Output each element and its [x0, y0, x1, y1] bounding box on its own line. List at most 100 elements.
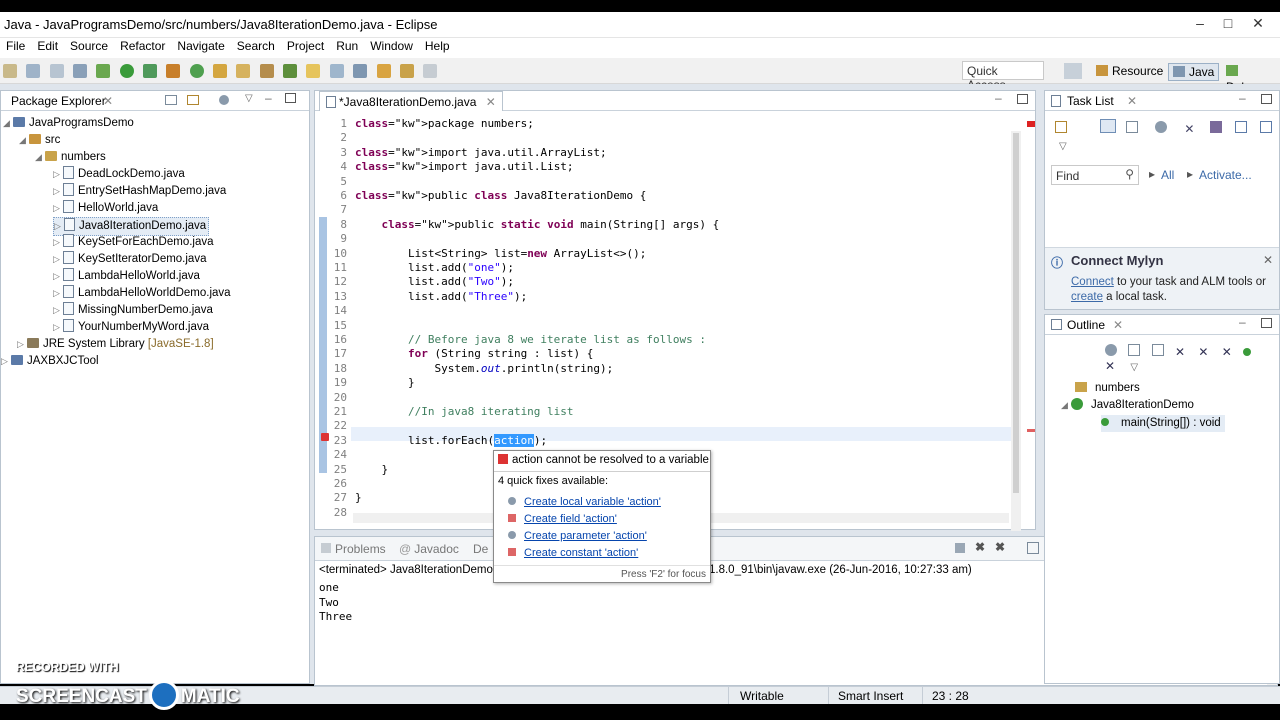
search-icon[interactable]: ⚲ — [1125, 167, 1134, 181]
tree-package[interactable]: ◢ numbers — [35, 149, 106, 166]
fix-label[interactable]: Create field 'action' — [524, 513, 617, 525]
new-class-icon[interactable] — [189, 64, 204, 78]
menu-edit[interactable]: Edit — [31, 38, 64, 54]
quick-fix-item[interactable]: Create parameter 'action' — [508, 530, 647, 542]
view-menu-icon[interactable]: ▽ — [1130, 362, 1138, 373]
perspective-resource[interactable]: Resource — [1092, 63, 1167, 81]
code-line[interactable]: } — [355, 463, 388, 477]
scheduled-icon[interactable] — [1125, 121, 1138, 133]
code-line[interactable]: } — [355, 376, 415, 390]
debug-icon[interactable] — [96, 64, 111, 78]
perspective-java[interactable]: Java — [1168, 63, 1220, 81]
code-line[interactable]: System.out.println(string); — [355, 362, 613, 376]
code-line[interactable]: class="kw">package numbers; — [355, 117, 534, 131]
remove-all-icon[interactable]: ✖ — [995, 540, 1005, 554]
minimize-view-icon[interactable]: – — [265, 91, 272, 105]
outline-tab[interactable]: Outline ✕ – — [1045, 315, 1279, 335]
minimize-view-icon[interactable]: – — [995, 91, 1002, 105]
code-line[interactable]: class="kw">public class Java8IterationDe… — [355, 189, 646, 203]
link-editor-icon[interactable] — [187, 95, 199, 105]
next-annotation-icon[interactable] — [283, 64, 298, 78]
close-icon[interactable]: ✕ — [1263, 253, 1273, 267]
close-window-button[interactable]: ✕ — [1245, 12, 1271, 34]
quick-access-input[interactable]: Quick Access — [962, 61, 1044, 92]
package-explorer-tab[interactable]: Package Explorer ✕ ▽ – — [1, 91, 309, 111]
maximize-view-icon[interactable] — [1261, 318, 1272, 328]
clear-console-icon[interactable] — [1027, 542, 1039, 554]
code-line[interactable]: class="kw">import java.util.List; — [355, 160, 574, 174]
perspective-debug[interactable]: Debug — [1222, 63, 1280, 94]
minimize-view-icon[interactable]: – — [1239, 315, 1246, 329]
menu-navigate[interactable]: Navigate — [171, 38, 230, 54]
tree-file[interactable]: ▷ MissingNumberDemo.java — [53, 302, 213, 319]
activate-link[interactable]: Activate... — [1199, 168, 1252, 182]
presentation-icon[interactable] — [1260, 121, 1273, 133]
save-icon[interactable] — [26, 64, 41, 78]
save-all-icon[interactable] — [49, 64, 64, 78]
focus-task-icon[interactable] — [219, 95, 229, 105]
outline-method[interactable]: main(String[]) : void — [1101, 415, 1225, 433]
fix-label[interactable]: Create parameter 'action' — [524, 530, 647, 542]
close-tab-icon[interactable]: ✕ — [486, 95, 496, 109]
hide-nonpublic-icon[interactable]: ✕ — [1222, 345, 1234, 359]
tree-file[interactable]: ▷ HelloWorld.java — [53, 200, 158, 217]
code-line[interactable]: List<String> list=new ArrayList<>(); — [355, 247, 646, 261]
tree-file[interactable]: ▷ LambdaHelloWorldDemo.java — [53, 285, 231, 302]
code-line[interactable]: list.add("Two"); — [355, 275, 514, 289]
tree-project[interactable]: ◢ JavaProgramsDemo — [3, 115, 134, 132]
tree-file[interactable]: ▷ LambdaHelloWorld.java — [53, 268, 200, 285]
new-icon[interactable] — [3, 64, 17, 78]
quick-fix-item[interactable]: Create local variable 'action' — [508, 496, 661, 508]
view-menu-icon[interactable]: ▽ — [245, 93, 253, 104]
all-link[interactable]: All — [1161, 168, 1174, 182]
fix-label[interactable]: Create local variable 'action' — [524, 496, 661, 508]
maximize-view-icon[interactable] — [1017, 94, 1028, 104]
code-line[interactable]: } — [355, 491, 362, 505]
hide-completed-icon[interactable]: ✕ — [1184, 122, 1196, 136]
fix-label[interactable]: Create constant 'action' — [524, 547, 638, 559]
menu-help[interactable]: Help — [419, 38, 456, 54]
skip-breakpoints-icon[interactable] — [73, 64, 88, 78]
terminate-icon[interactable] — [955, 543, 965, 553]
tree-jre[interactable]: ▷ JRE System Library [JavaSE-1.8] — [17, 336, 214, 353]
error-overview-icon[interactable] — [1027, 121, 1035, 127]
close-icon[interactable]: ✕ — [1127, 94, 1137, 108]
tree-file[interactable]: ▷ DeadLockDemo.java — [53, 166, 185, 183]
forward-icon[interactable] — [423, 64, 438, 78]
menu-source[interactable]: Source — [64, 38, 114, 54]
close-icon[interactable]: ✕ — [1113, 318, 1123, 332]
menu-project[interactable]: Project — [281, 38, 330, 54]
view-menu-icon[interactable]: ▽ — [1059, 141, 1067, 152]
minimize-view-icon[interactable]: – — [1239, 91, 1246, 105]
search-icon[interactable] — [259, 64, 274, 78]
tree-file[interactable]: ▷ KeySetIteratorDemo.java — [53, 251, 206, 268]
new-java-project-icon[interactable] — [166, 64, 181, 78]
error-marker-icon[interactable] — [321, 433, 329, 441]
code-line[interactable]: //In java8 iterating list — [355, 405, 574, 419]
hide-fields-icon[interactable]: ✕ — [1175, 345, 1187, 359]
quick-fix-item[interactable]: Create field 'action' — [508, 513, 617, 525]
show-whitespace-icon[interactable] — [353, 64, 368, 78]
maximize-view-icon[interactable] — [1261, 94, 1272, 104]
menu-run[interactable]: Run — [330, 38, 364, 54]
create-link[interactable]: create — [1071, 291, 1103, 303]
code-line[interactable]: class="kw">public static void main(Strin… — [355, 218, 720, 232]
code-line[interactable]: class="kw">import java.util.ArrayList; — [355, 146, 607, 160]
block-selection-icon[interactable] — [329, 64, 344, 78]
run-icon[interactable] — [119, 64, 134, 78]
menu-file[interactable]: File — [0, 38, 31, 54]
categorized-icon[interactable] — [1100, 119, 1117, 133]
tab-problems[interactable]: Problems — [321, 542, 386, 556]
code-line[interactable]: // Before java 8 we iterate list as foll… — [355, 333, 706, 347]
find-input[interactable]: Find ⚲ — [1051, 165, 1139, 185]
code-line[interactable]: list.add("Three"); — [355, 290, 527, 304]
error-overview-mark[interactable] — [1027, 429, 1035, 432]
next-edit-icon[interactable] — [376, 64, 391, 78]
mark-occurrences-icon[interactable] — [306, 64, 321, 78]
menu-refactor[interactable]: Refactor — [114, 38, 171, 54]
minimize-button[interactable]: – — [1187, 12, 1213, 34]
maximize-view-icon[interactable] — [285, 93, 296, 103]
focus-icon[interactable] — [1155, 121, 1168, 133]
tree-file[interactable]: ▷ EntrySetHashMapDemo.java — [53, 183, 226, 200]
new-task-icon[interactable] — [1055, 121, 1067, 133]
